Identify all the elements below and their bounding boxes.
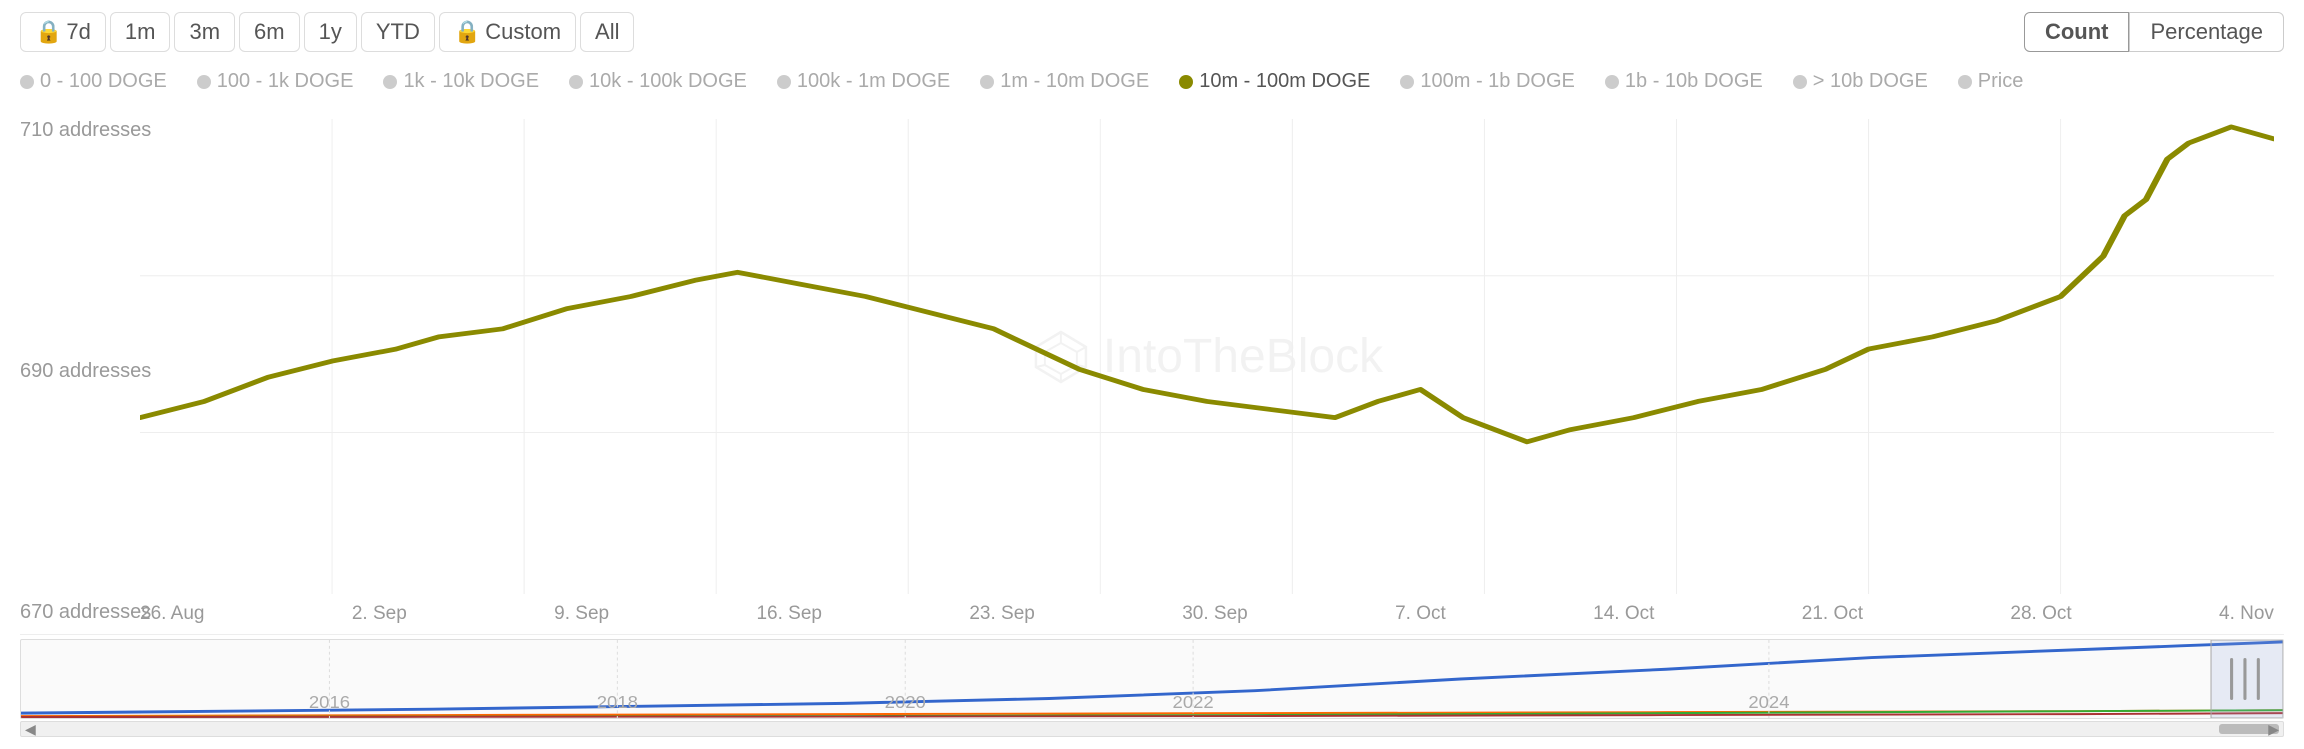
horizontal-scrollbar[interactable]: ◀ ▶	[20, 721, 2284, 737]
legend-item[interactable]: 100m - 1b DOGE	[1400, 70, 1575, 93]
x-label-7: 14. Oct	[1593, 603, 1654, 625]
x-label-6: 7. Oct	[1395, 603, 1446, 625]
legend-dot	[1179, 75, 1193, 89]
x-axis: 26. Aug 2. Sep 9. Sep 16. Sep 23. Sep 30…	[140, 594, 2274, 634]
legend-dot	[777, 75, 791, 89]
legend-dot	[980, 75, 994, 89]
legend-label: 100k - 1m DOGE	[797, 70, 950, 93]
time-btn-ytd[interactable]: YTD	[361, 12, 435, 52]
legend-dot	[1400, 75, 1414, 89]
y-label-mid: 690 addresses	[20, 360, 151, 383]
legend-dot	[20, 75, 34, 89]
mini-chart[interactable]: 2016 2018 2020 2022 2024	[20, 639, 2284, 719]
x-label-0: 26. Aug	[140, 603, 204, 625]
x-label-8: 21. Oct	[1802, 603, 1863, 625]
time-btn-6m[interactable]: 6m	[239, 12, 300, 52]
time-btn-7d[interactable]: 🔒 7d	[20, 12, 106, 52]
x-label-2: 9. Sep	[554, 603, 609, 625]
legend-item[interactable]: 10k - 100k DOGE	[569, 70, 747, 93]
time-btn-custom[interactable]: 🔒 Custom	[439, 12, 576, 52]
legend-label: 1m - 10m DOGE	[1000, 70, 1149, 93]
svg-text:2020: 2020	[885, 693, 926, 712]
svg-text:2018: 2018	[597, 693, 638, 712]
legend-label: 100m - 1b DOGE	[1420, 70, 1575, 93]
legend-dot	[1793, 75, 1807, 89]
x-label-1: 2. Sep	[352, 603, 407, 625]
lock-icon-7d: 🔒	[35, 19, 62, 45]
svg-text:2022: 2022	[1173, 693, 1214, 712]
lock-icon-custom: 🔒	[454, 19, 481, 45]
svg-text:2024: 2024	[1748, 693, 1789, 712]
legend-item[interactable]: 1k - 10k DOGE	[383, 70, 539, 93]
main-container: 🔒 7d 1m 3m 6m 1y YTD 🔒 Custom All Count …	[0, 0, 2304, 749]
legend-item[interactable]: 10m - 100m DOGE	[1179, 70, 1370, 93]
legend-label: 1k - 10k DOGE	[403, 70, 539, 93]
view-percentage-button[interactable]: Percentage	[2129, 12, 2284, 52]
view-count-button[interactable]: Count	[2024, 12, 2130, 52]
scroll-right-arrow[interactable]: ▶	[2268, 721, 2279, 738]
legend-item[interactable]: 1b - 10b DOGE	[1605, 70, 1763, 93]
legend-item[interactable]: > 10b DOGE	[1793, 70, 1928, 93]
legend-item[interactable]: 1m - 10m DOGE	[980, 70, 1149, 93]
time-range-buttons: 🔒 7d 1m 3m 6m 1y YTD 🔒 Custom All	[20, 12, 634, 52]
x-label-3: 16. Sep	[756, 603, 822, 625]
legend-item[interactable]: 100k - 1m DOGE	[777, 70, 950, 93]
legend-label: Price	[1978, 70, 2024, 93]
chart-plot-area: IntoTheBlock	[140, 119, 2274, 594]
legend-dot	[197, 75, 211, 89]
legend-label: 100 - 1k DOGE	[217, 70, 354, 93]
legend-label: 10k - 100k DOGE	[589, 70, 747, 93]
legend-dot	[1958, 75, 1972, 89]
time-btn-1m[interactable]: 1m	[110, 12, 171, 52]
view-toggle: Count Percentage	[2024, 12, 2284, 52]
legend-dot	[1605, 75, 1619, 89]
y-axis-labels: 710 addresses 690 addresses 670 addresse…	[20, 109, 151, 634]
chart-wrapper: 710 addresses 690 addresses 670 addresse…	[20, 109, 2284, 737]
toolbar: 🔒 7d 1m 3m 6m 1y YTD 🔒 Custom All Count …	[20, 12, 2284, 52]
legend-label: 0 - 100 DOGE	[40, 70, 167, 93]
x-label-10: 4. Nov	[2219, 603, 2274, 625]
legend-item[interactable]: Price	[1958, 70, 2024, 93]
legend-label: 1b - 10b DOGE	[1625, 70, 1763, 93]
svg-text:2016: 2016	[309, 693, 350, 712]
y-label-bot: 670 addresses	[20, 601, 151, 624]
time-btn-3m[interactable]: 3m	[174, 12, 235, 52]
legend-item[interactable]: 100 - 1k DOGE	[197, 70, 354, 93]
x-label-5: 30. Sep	[1182, 603, 1248, 625]
main-chart: 710 addresses 690 addresses 670 addresse…	[20, 109, 2284, 635]
scroll-left-arrow[interactable]: ◀	[25, 721, 36, 738]
y-label-top: 710 addresses	[20, 119, 151, 142]
legend-label: 10m - 100m DOGE	[1199, 70, 1370, 93]
legend-label: > 10b DOGE	[1813, 70, 1928, 93]
time-btn-1y[interactable]: 1y	[304, 12, 357, 52]
legend-item[interactable]: 0 - 100 DOGE	[20, 70, 167, 93]
chart-legend: 0 - 100 DOGE 100 - 1k DOGE 1k - 10k DOGE…	[20, 62, 2284, 101]
x-label-4: 23. Sep	[969, 603, 1035, 625]
time-btn-all[interactable]: All	[580, 12, 634, 52]
legend-dot	[383, 75, 397, 89]
legend-dot	[569, 75, 583, 89]
x-label-9: 28. Oct	[2010, 603, 2071, 625]
